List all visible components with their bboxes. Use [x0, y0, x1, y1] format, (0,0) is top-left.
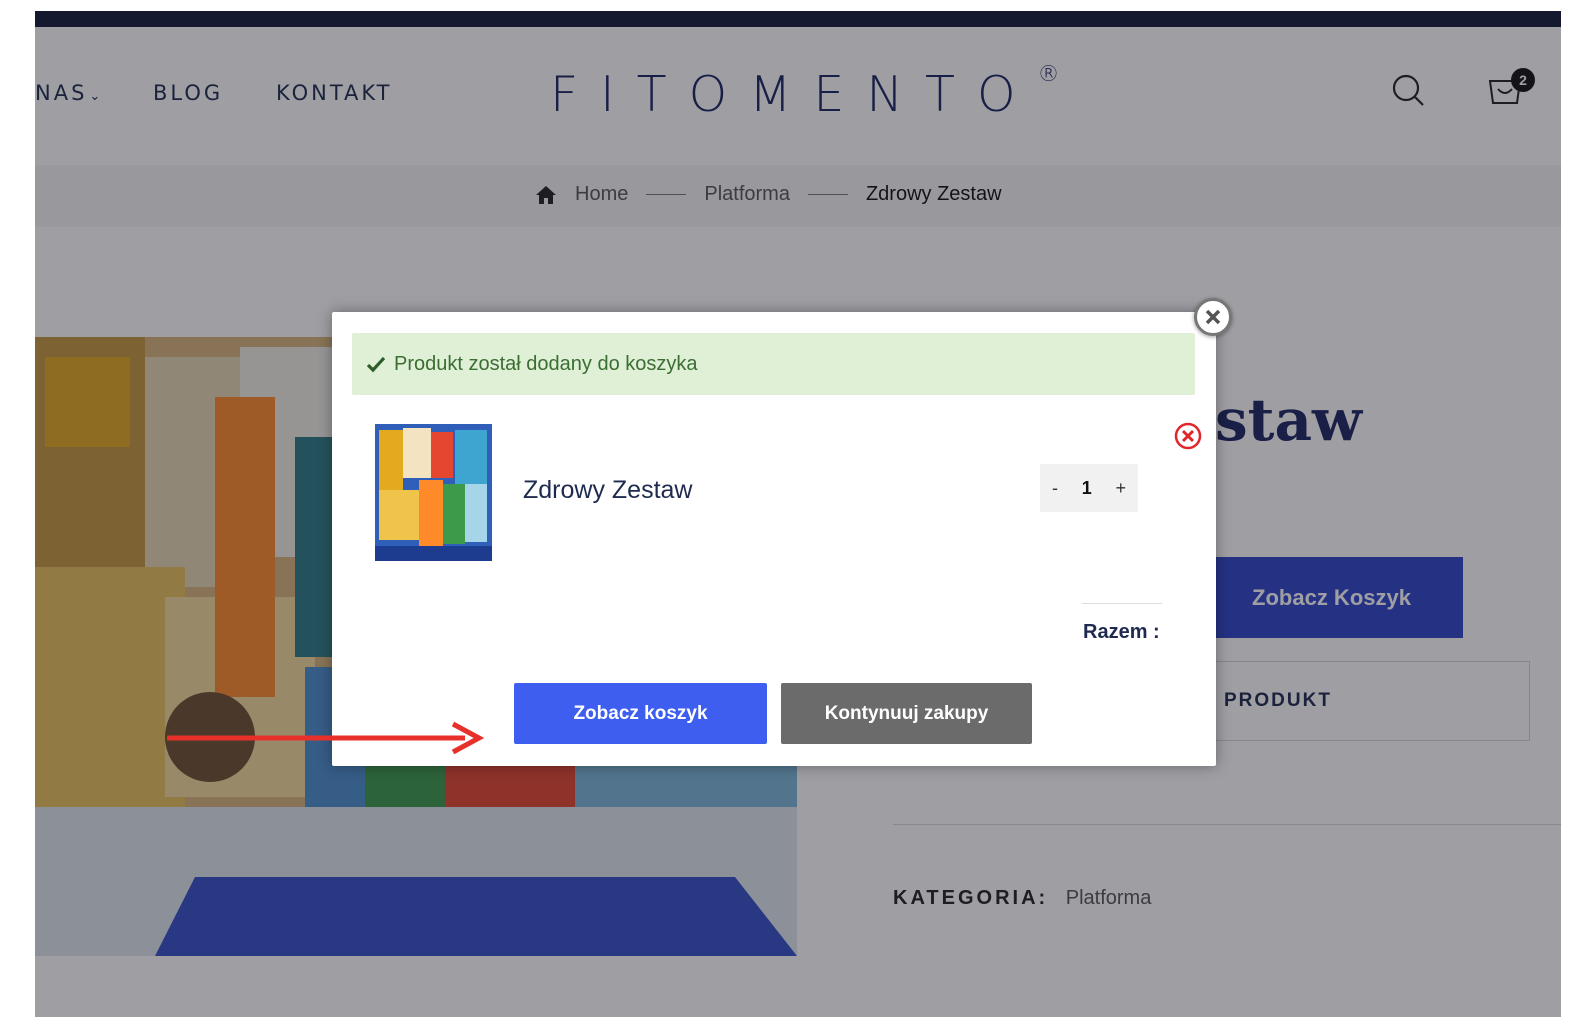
cart-item-name[interactable]: Zdrowy Zestaw: [523, 476, 692, 505]
cart-item-thumbnail: [375, 424, 492, 561]
close-modal-button[interactable]: [1194, 298, 1232, 336]
success-alert: Produkt został dodany do koszyka: [352, 333, 1195, 395]
check-icon: [366, 356, 386, 373]
continue-shopping-button[interactable]: Kontynuuj zakupy: [781, 683, 1032, 744]
qty-increase-button[interactable]: +: [1115, 478, 1126, 499]
quantity-stepper: - 1 +: [1040, 464, 1138, 512]
arrow-annotation: [167, 721, 485, 755]
remove-item-icon[interactable]: [1174, 422, 1202, 450]
view-cart-button[interactable]: Zobacz koszyk: [514, 683, 767, 744]
total-label: Razem :: [1083, 621, 1160, 643]
close-icon: [1205, 309, 1221, 325]
qty-value[interactable]: 1: [1082, 478, 1092, 499]
added-to-cart-modal: Produkt został dodany do koszyka Zdrowy …: [332, 312, 1216, 766]
alert-text: Produkt został dodany do koszyka: [394, 352, 698, 375]
total-divider: [1082, 603, 1162, 604]
qty-decrease-button[interactable]: -: [1052, 478, 1058, 499]
